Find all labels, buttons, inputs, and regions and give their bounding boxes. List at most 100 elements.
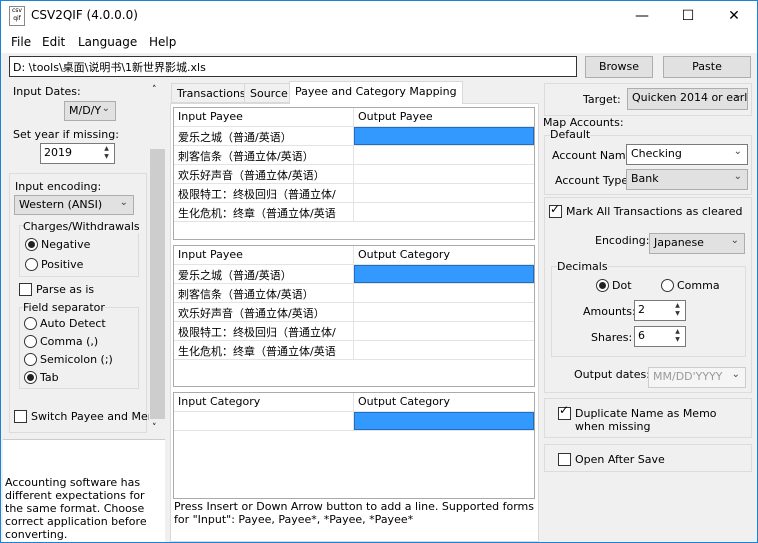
scroll-down-icon[interactable]: ˅: [152, 423, 157, 433]
title-bar: csv qif CSV2QIF (4.0.0.0) — ☐ ✕: [1, 1, 757, 31]
table-row[interactable]: 爱乐之城（普通/英语）: [174, 265, 534, 284]
charges-label: Charges/Withdrawals: [23, 220, 140, 233]
table-row[interactable]: 生化危机：终章（普通立体/英语: [174, 341, 534, 360]
input-payee-cell[interactable]: 爱乐之城（普通/英语）: [174, 127, 354, 145]
output-payee-cell[interactable]: [354, 184, 534, 202]
close-button[interactable]: ✕: [711, 1, 757, 31]
account-type-select[interactable]: Bank ⌄: [626, 169, 748, 190]
output-category-cell[interactable]: [354, 265, 534, 283]
output-category-cell[interactable]: [354, 322, 534, 340]
input-payee-cell[interactable]: 生化危机：终章（普通立体/英语: [174, 203, 354, 221]
table-row[interactable]: 欢乐好声音（普通立体/英语）: [174, 165, 534, 184]
browse-button[interactable]: Browse: [585, 56, 653, 78]
input-payee-cell[interactable]: 生化危机：终章（普通立体/英语: [174, 341, 354, 359]
shares-label: Shares:: [591, 331, 633, 344]
scroll-thumb[interactable]: [150, 149, 165, 419]
file-path-input[interactable]: D: \tools\桌面\说明书\1新世界影城.xls: [9, 56, 577, 77]
paste-button[interactable]: Paste: [663, 56, 751, 78]
input-encoding-value: Western (ANSI): [19, 198, 103, 211]
column-header[interactable]: Output Payee: [354, 108, 534, 126]
window-title: CSV2QIF (4.0.0.0): [31, 8, 138, 22]
column-header[interactable]: Output Category: [354, 246, 534, 264]
shares-stepper[interactable]: 6 ▲ ▼: [634, 326, 686, 347]
table-row[interactable]: 刺客信条（普通立体/英语）: [174, 284, 534, 303]
scroll-up-icon[interactable]: ˄: [152, 85, 157, 95]
input-payee-cell[interactable]: 极限特工：终极回归（普通立体/: [174, 184, 354, 202]
year-label: Set year if missing:: [13, 128, 119, 141]
tab-source[interactable]: Source: [244, 83, 294, 103]
app-icon: csv qif: [9, 6, 25, 26]
minimize-button[interactable]: —: [619, 1, 665, 31]
amounts-stepper[interactable]: 2 ▲ ▼: [634, 300, 686, 321]
column-header[interactable]: Input Payee: [174, 108, 354, 126]
table-row[interactable]: 极限特工：终极回归（普通立体/: [174, 322, 534, 341]
output-category-cell[interactable]: [354, 303, 534, 321]
table-row[interactable]: 极限特工：终极回归（普通立体/: [174, 184, 534, 203]
input-payee-cell[interactable]: 欢乐好声音（普通立体/英语）: [174, 165, 354, 183]
table-row[interactable]: [174, 412, 534, 431]
tab-payee-category-mapping[interactable]: Payee and Category Mapping: [289, 81, 463, 104]
target-select[interactable]: Quicken 2014 or earl ⌄: [627, 88, 748, 110]
input-category-cell[interactable]: [174, 412, 354, 430]
app-window: csv qif CSV2QIF (4.0.0.0) — ☐ ✕ File Edi…: [0, 0, 758, 543]
output-payee-cell[interactable]: [354, 165, 534, 183]
sep-tab-radio[interactable]: Tab: [24, 371, 59, 384]
switch-payee-checkbox[interactable]: Switch Payee and Memo: [14, 410, 165, 423]
dot-radio[interactable]: Dot: [596, 279, 632, 292]
column-header[interactable]: Input Payee: [174, 246, 354, 264]
comma-radio[interactable]: Comma: [661, 279, 720, 292]
input-encoding-select[interactable]: Western (ANSI) ⌄: [14, 195, 134, 215]
payee-mapping-grid[interactable]: Input Payee Output Payee 爱乐之城（普通/英语） 刺客信条…: [173, 107, 535, 240]
target-label: Target:: [583, 93, 621, 106]
open-after-save-checkbox[interactable]: Open After Save: [558, 453, 665, 466]
output-category-cell[interactable]: [354, 284, 534, 302]
year-stepper[interactable]: 2019 ▲ ▼: [40, 143, 115, 164]
output-dates-select[interactable]: MM/DD'YYYY ⌄: [648, 367, 746, 388]
parse-as-is-checkbox[interactable]: Parse as is: [19, 283, 94, 296]
date-format-select[interactable]: M/D/Y ⌄: [64, 101, 116, 121]
left-scrollbar[interactable]: ˄ ˅: [149, 83, 166, 438]
input-payee-cell[interactable]: 欢乐好声音（普通立体/英语）: [174, 303, 354, 321]
output-category-cell[interactable]: [354, 412, 534, 430]
output-payee-cell[interactable]: [354, 203, 534, 221]
footer-hint: Press Insert or Down Arrow button to add…: [174, 500, 534, 526]
tab-transactions[interactable]: Transactions: [171, 83, 252, 103]
sep-comma-radio[interactable]: Comma (,): [24, 335, 98, 348]
account-type-label: Account Type:: [555, 174, 632, 187]
encoding-label: Encoding:: [595, 234, 650, 247]
menu-language[interactable]: Language: [78, 35, 137, 49]
menu-help[interactable]: Help: [149, 35, 176, 49]
table-row[interactable]: 爱乐之城（普通/英语）: [174, 127, 534, 146]
output-category-cell[interactable]: [354, 341, 534, 359]
column-header[interactable]: Input Category: [174, 393, 354, 411]
year-value: 2019: [44, 146, 72, 159]
table-row[interactable]: 刺客信条（普通立体/英语）: [174, 146, 534, 165]
output-payee-cell[interactable]: [354, 127, 534, 145]
input-payee-cell[interactable]: 刺客信条（普通立体/英语）: [174, 146, 354, 164]
spin-arrows-icon[interactable]: ▲ ▼: [671, 302, 684, 318]
input-payee-cell[interactable]: 爱乐之城（普通/英语）: [174, 265, 354, 283]
menu-edit[interactable]: Edit: [42, 35, 65, 49]
table-row[interactable]: 欢乐好声音（普通立体/英语）: [174, 303, 534, 322]
amounts-value: 2: [638, 303, 645, 316]
maximize-button[interactable]: ☐: [665, 1, 711, 31]
category-category-grid[interactable]: Input Category Output Category: [173, 392, 535, 499]
category-mapping-grid[interactable]: Input Payee Output Category 爱乐之城（普通/英语） 刺…: [173, 245, 535, 387]
sep-auto-radio[interactable]: Auto Detect: [24, 317, 106, 330]
output-encoding-select[interactable]: Japanese ⌄: [649, 233, 745, 254]
column-header[interactable]: Output Category: [354, 393, 534, 411]
positive-radio[interactable]: Positive: [25, 258, 83, 271]
account-name-select[interactable]: Checking ⌄: [626, 144, 748, 165]
mark-cleared-checkbox[interactable]: Mark All Transactions as cleared: [549, 202, 743, 218]
spin-arrows-icon[interactable]: ▲ ▼: [100, 145, 113, 161]
sep-semicolon-radio[interactable]: Semicolon (;): [24, 353, 113, 366]
input-payee-cell[interactable]: 极限特工：终极回归（普通立体/: [174, 322, 354, 340]
table-row[interactable]: 生化危机：终章（普通立体/英语: [174, 203, 534, 222]
negative-radio[interactable]: Negative: [25, 238, 90, 251]
dup-name-checkbox[interactable]: Duplicate Name as Memo when missing: [558, 404, 738, 433]
input-payee-cell[interactable]: 刺客信条（普通立体/英语）: [174, 284, 354, 302]
output-payee-cell[interactable]: [354, 146, 534, 164]
spin-arrows-icon[interactable]: ▲ ▼: [671, 328, 684, 344]
menu-file[interactable]: File: [11, 35, 31, 49]
output-dates-label: Output dates:: [574, 368, 650, 381]
